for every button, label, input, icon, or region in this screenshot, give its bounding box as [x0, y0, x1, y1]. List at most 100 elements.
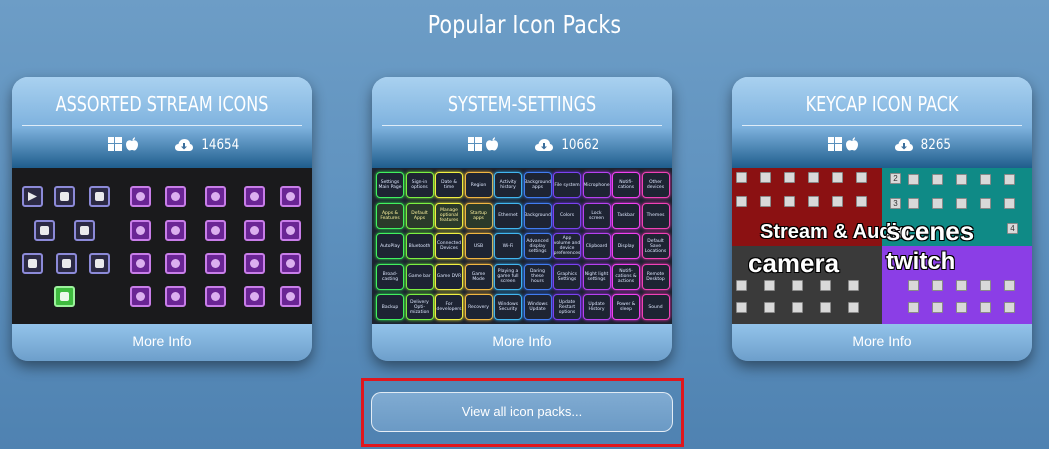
keycap-tile — [792, 280, 803, 291]
keycap-tile — [932, 302, 943, 313]
keycap-tile — [1004, 174, 1015, 185]
download-count-group: 10662 — [535, 137, 603, 153]
keycap-tile — [980, 198, 991, 209]
keycap-tile — [784, 172, 795, 183]
settings-icon-tile: Windows Update — [523, 294, 552, 320]
apple-icon — [126, 137, 138, 151]
keycap-tile — [808, 172, 819, 183]
apple-icon — [486, 137, 498, 151]
settings-icon-tile: Clipboard — [582, 233, 611, 259]
keycap-tile — [908, 174, 919, 185]
keycap-tile — [848, 280, 859, 291]
settings-icon-tile: Notifi- cations — [612, 172, 640, 198]
keycap-tile — [1004, 302, 1015, 313]
settings-icon-tile: For developers — [435, 294, 463, 320]
settings-icon-tile: Windows Security — [494, 294, 522, 320]
keycap-tile — [832, 196, 843, 207]
download-count-group: 14654 — [175, 137, 243, 153]
keycap-tile — [908, 198, 919, 209]
view-all-icon-packs-button[interactable]: View all icon packs... — [371, 392, 673, 432]
platform-icons — [108, 137, 138, 151]
band-label: twitch — [886, 248, 956, 275]
settings-icon-tile: Settings Main Page — [376, 172, 404, 198]
keycap-tile — [848, 302, 859, 313]
settings-icon-tile: Connected Devices — [435, 233, 463, 259]
settings-icon-tile: Display — [612, 233, 640, 259]
pack-preview-image: Settings Main Page Sign-in options Date & … — [372, 168, 672, 324]
settings-icon-tile: Update History — [582, 294, 611, 320]
settings-icon-tile: Graphics Settings — [553, 263, 581, 290]
settings-icon-tile: USB — [464, 233, 493, 259]
settings-icon-tile: Game bar — [405, 263, 434, 290]
card-header: SYSTEM-SETTINGS 10662 — [372, 77, 672, 168]
keycap-tile — [736, 280, 747, 291]
keycap-tile — [956, 174, 967, 185]
icon-pack-card-assorted-stream-icons[interactable]: ASSORTED STREAM ICONS 14654 More Info — [12, 77, 312, 361]
keycap-tile — [856, 196, 867, 207]
settings-icon-tile: Default Save Locations — [641, 233, 670, 259]
keycap-tile — [908, 280, 919, 291]
settings-icon-tile: Wi-Fi — [494, 233, 522, 259]
download-count-group: 8265 — [895, 137, 954, 153]
keycap-tile — [792, 302, 803, 313]
icon-pack-card-keycap-icon-pack[interactable]: KEYCAP ICON PACK 8265 Stream & Audio sce… — [732, 77, 1032, 361]
settings-icon-tile: Backup — [376, 294, 404, 320]
settings-icon-tile: Manage optional features — [435, 202, 463, 229]
settings-icon-tile: Advanced display settings — [523, 233, 552, 259]
settings-icon-tile: Taskbar — [612, 202, 640, 229]
settings-icon-tile: Microphone — [582, 172, 611, 198]
settings-icon-tile: Remote Desktop — [641, 263, 670, 290]
settings-icon-tile: Date & time — [435, 172, 463, 198]
keycap-tile — [932, 198, 943, 209]
keycap-tile — [956, 280, 967, 291]
icon-pack-card-system-settings[interactable]: SYSTEM-SETTINGS 10662 Settings Main Page… — [372, 77, 672, 361]
more-info-button[interactable]: More Info — [12, 324, 312, 361]
settings-icon-tile: Delivery Opti- mization — [405, 294, 434, 320]
windows-icon — [108, 137, 122, 151]
settings-icon-tile: Background apps — [523, 172, 552, 198]
cloud-download-icon — [175, 138, 193, 151]
platform-icons — [828, 137, 858, 151]
platform-icons — [468, 137, 498, 151]
download-count: 8265 — [920, 137, 951, 153]
settings-icon-tile: Update Restart options — [553, 294, 581, 320]
keycap-tile — [736, 302, 747, 313]
settings-icon-tile: Colors — [553, 202, 581, 229]
keycap-tile — [760, 172, 771, 183]
card-divider — [742, 125, 1022, 126]
pack-preview-image: Stream & Audio scenes camera twitch 2 3 … — [732, 168, 1032, 324]
download-count: 10662 — [561, 137, 600, 153]
card-divider — [22, 125, 302, 126]
settings-icon-tile: Themes — [641, 202, 670, 229]
keycap-tile — [764, 280, 775, 291]
settings-icon-tile: Ethernet — [494, 202, 522, 229]
settings-icon-tile: File system — [553, 172, 581, 198]
card-header: ASSORTED STREAM ICONS 14654 — [12, 77, 312, 168]
download-count: 14654 — [201, 137, 240, 153]
more-info-button[interactable]: More Info — [732, 324, 1032, 361]
settings-icon-tile: AutoPlay — [376, 233, 404, 259]
settings-icon-tile: Daring these hours — [523, 263, 552, 290]
settings-icon-tile: Recovery — [464, 294, 493, 320]
more-info-button[interactable]: More Info — [372, 324, 672, 361]
windows-icon — [828, 137, 842, 151]
pack-preview-image — [12, 168, 312, 324]
page-title: Popular Icon Packs — [427, 10, 622, 39]
settings-icon-tile: Default Apps — [405, 202, 434, 229]
keycap-tile — [932, 174, 943, 185]
settings-icon-tile: Sign-in options — [405, 172, 434, 198]
settings-icon-tile: Startup apps — [464, 202, 493, 229]
settings-icon-tile: App volume and device preferences — [553, 233, 581, 259]
keycap-number: 2 — [890, 173, 901, 184]
keycap-tile — [932, 280, 943, 291]
cloud-download-icon — [535, 138, 553, 151]
settings-icon-tile: Other devices — [641, 172, 670, 198]
keycap-tile — [1004, 198, 1015, 209]
keycap-tile — [908, 302, 919, 313]
keycap-tile — [760, 196, 771, 207]
keycap-tile — [736, 172, 747, 183]
keycap-tile — [980, 174, 991, 185]
band-label: scenes — [886, 216, 975, 246]
card-header: KEYCAP ICON PACK 8265 — [732, 77, 1032, 168]
settings-icon-tile: Playing a game full screen — [494, 263, 522, 290]
